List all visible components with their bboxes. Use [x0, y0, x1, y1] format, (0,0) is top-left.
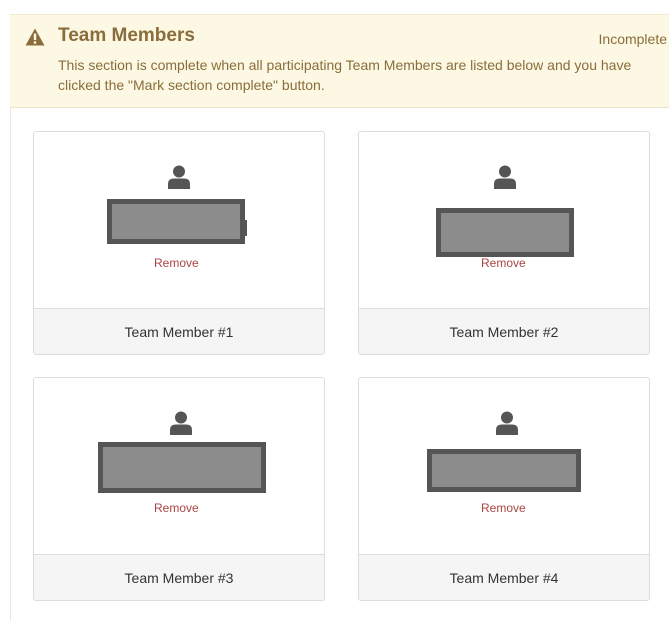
- redacted-name: [427, 449, 581, 492]
- remove-member-link[interactable]: Remove: [154, 501, 199, 515]
- team-member-card-body: Remove: [34, 378, 324, 554]
- section-description: This section is complete when all partic…: [58, 57, 632, 93]
- team-member-label: Team Member #3: [34, 554, 324, 600]
- team-member-label: Team Member #2: [359, 308, 649, 354]
- user-icon: [168, 165, 190, 189]
- team-member-label: Team Member #1: [34, 308, 324, 354]
- remove-member-link[interactable]: Remove: [481, 256, 526, 270]
- team-member-card: Remove Team Member #3: [33, 377, 325, 601]
- content-border: [10, 108, 11, 621]
- user-icon: [170, 411, 192, 435]
- remove-member-link[interactable]: Remove: [154, 256, 199, 270]
- redacted-name: [436, 208, 574, 257]
- team-member-card-body: Remove: [34, 132, 324, 308]
- team-member-card: Remove Team Member #4: [358, 377, 650, 601]
- redacted-name: [98, 442, 266, 493]
- section-status: Incomplete: [598, 31, 667, 47]
- warning-triangle-icon: [25, 28, 45, 46]
- team-member-card: Remove Team Member #1: [33, 131, 325, 355]
- section-title: Team Members: [58, 25, 195, 46]
- team-member-label: Team Member #4: [359, 554, 649, 600]
- user-icon: [496, 411, 518, 435]
- redaction-edge: [243, 220, 247, 236]
- team-member-card-body: Remove: [359, 378, 649, 554]
- section-header: Team Members Incomplete This section is …: [10, 14, 669, 108]
- remove-member-link[interactable]: Remove: [481, 501, 526, 515]
- user-icon: [494, 165, 516, 189]
- team-member-card: Remove Team Member #2: [358, 131, 650, 355]
- team-member-card-body: Remove: [359, 132, 649, 308]
- redacted-name: [107, 199, 245, 244]
